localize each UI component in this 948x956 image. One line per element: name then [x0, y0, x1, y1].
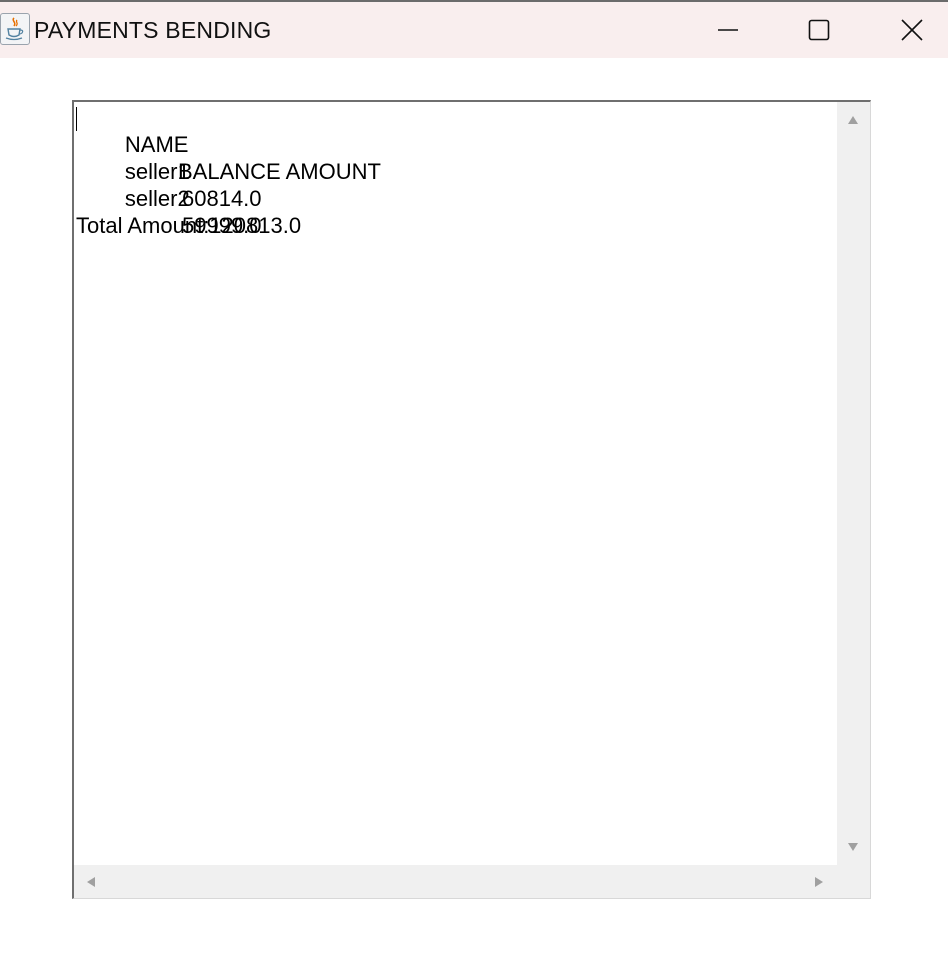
row-name: seller2 [124, 186, 190, 211]
total-amount: Total Amount:120813.0 [76, 213, 302, 238]
vertical-scrollbar[interactable] [837, 102, 870, 865]
scroll-up-arrow-icon[interactable] [847, 115, 859, 125]
scroll-down-arrow-icon[interactable] [847, 842, 859, 852]
close-icon [901, 19, 923, 41]
header-balance: BALANCE AMOUNT [178, 159, 381, 184]
report-scroll-pane[interactable]: NAME BALANCE AMOUNT seller1 60814.0 sell… [72, 100, 871, 899]
row-balance: 60814.0 [182, 186, 262, 211]
title-bar[interactable]: PAYMENTS BENDING [0, 2, 948, 58]
maximize-icon [808, 19, 830, 41]
report-text-area[interactable]: NAME BALANCE AMOUNT seller1 60814.0 sell… [74, 102, 837, 865]
java-cup-icon[interactable] [0, 13, 30, 45]
horizontal-scrollbar[interactable] [74, 865, 837, 898]
minimize-button[interactable] [698, 2, 758, 58]
app-window: PAYMENTS BENDING NAME BALANCE AMOUNT sel… [0, 0, 948, 956]
scroll-right-arrow-icon[interactable] [814, 876, 824, 888]
close-button[interactable] [882, 2, 942, 58]
scrollbar-corner [837, 865, 870, 898]
maximize-button[interactable] [789, 2, 849, 58]
minimize-icon [718, 29, 738, 31]
scroll-left-arrow-icon[interactable] [86, 876, 96, 888]
window-title: PAYMENTS BENDING [34, 17, 272, 43]
